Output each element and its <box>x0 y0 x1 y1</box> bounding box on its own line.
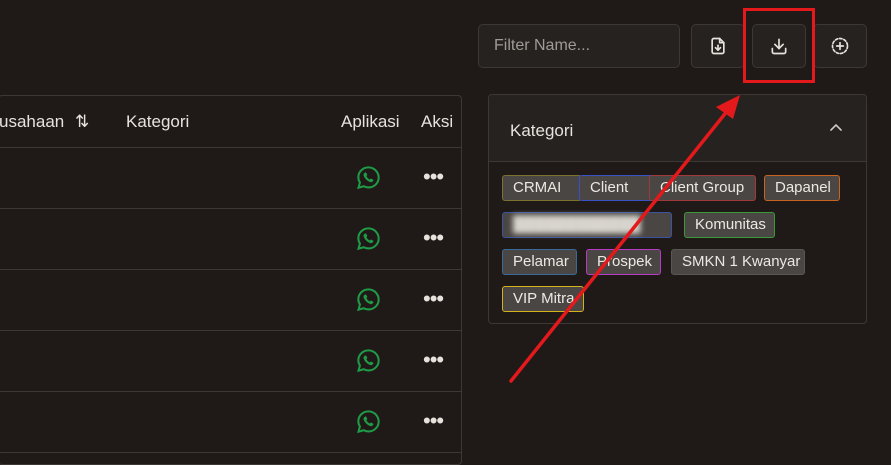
more-actions-button[interactable]: ••• <box>423 410 444 432</box>
file-download-icon <box>711 37 725 55</box>
sort-arrows-icon[interactable]: ⇅ <box>75 112 89 131</box>
whatsapp-icon[interactable] <box>356 287 381 312</box>
column-header-perusahaan[interactable]: usahaan ⇅ <box>0 112 89 132</box>
table-header: usahaan ⇅ Kategori Aplikasi Aksi <box>0 96 461 148</box>
download-icon <box>771 38 787 55</box>
whatsapp-icon[interactable] <box>356 226 381 251</box>
table-row: ••• <box>0 270 461 331</box>
tag-client-group[interactable]: Client Group <box>649 175 756 201</box>
data-table: usahaan ⇅ Kategori Aplikasi Aksi ••• ••• •… <box>0 95 462 465</box>
tag-smkn-1-kwanyar[interactable]: SMKN 1 Kwanyar <box>671 249 805 275</box>
export-file-button[interactable] <box>691 24 745 68</box>
kategori-panel: Kategori CRMAI Client Client Group Dapanel █… <box>488 94 867 324</box>
tag-prospek[interactable]: Prospek <box>586 249 661 275</box>
whatsapp-icon[interactable] <box>356 409 381 434</box>
table-row: ••• <box>0 392 461 453</box>
column-header-aksi: Aksi <box>421 112 454 131</box>
tag-crmai[interactable]: CRMAI <box>502 175 582 201</box>
add-circle-button[interactable] <box>813 24 867 68</box>
tag-dapanel[interactable]: Dapanel <box>764 175 840 201</box>
more-actions-button[interactable]: ••• <box>423 166 444 188</box>
column-header-aplikasi: Aplikasi <box>341 112 400 131</box>
download-button[interactable] <box>752 24 806 68</box>
dashed-circle-plus-icon <box>831 37 849 55</box>
table-row: ••• <box>0 209 461 270</box>
more-actions-button[interactable]: ••• <box>423 288 444 310</box>
tag-komunitas[interactable]: Komunitas <box>684 212 775 238</box>
filter-name-input[interactable] <box>478 24 680 68</box>
more-actions-button[interactable]: ••• <box>423 349 444 371</box>
chevron-up-icon[interactable] <box>828 120 844 136</box>
tag-vip-mitra[interactable]: VIP Mitra <box>502 286 584 312</box>
whatsapp-icon[interactable] <box>356 348 381 373</box>
tag-obscured-tag[interactable]: ████████████ <box>502 212 672 238</box>
whatsapp-icon[interactable] <box>356 165 381 190</box>
column-header-kategori: Kategori <box>126 112 190 131</box>
kategori-panel-header[interactable]: Kategori <box>489 95 866 162</box>
panel-title: Kategori <box>510 121 574 140</box>
more-actions-button[interactable]: ••• <box>423 227 444 249</box>
table-row: ••• <box>0 148 461 209</box>
table-row: ••• <box>0 331 461 392</box>
tag-pelamar[interactable]: Pelamar <box>502 249 577 275</box>
